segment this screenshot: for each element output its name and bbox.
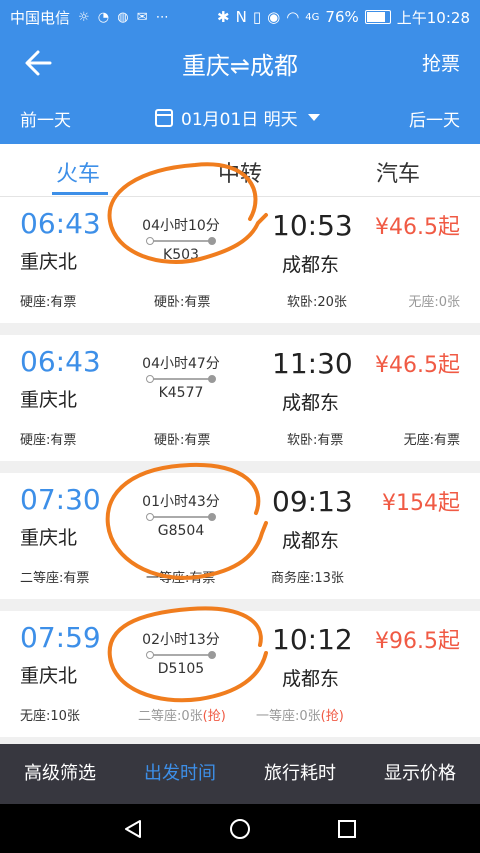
system-navbar	[0, 804, 480, 853]
price: ¥46.5起	[375, 215, 460, 240]
route-line-icon	[146, 513, 216, 521]
duration: 02小时13分	[142, 632, 220, 648]
arrive-time: 10:53	[272, 209, 353, 242]
seat-availability: 二等座:有票	[20, 571, 90, 586]
seat-availability: 无座:有票	[403, 433, 460, 448]
price: ¥154起	[382, 491, 460, 516]
from-station: 重庆北	[20, 251, 78, 273]
vibrate-icon: ▯	[252, 8, 262, 26]
status-right: ✱ N ▯ ◉ ◠ 4G 76% 上午10:28	[217, 7, 470, 28]
seat-availability: 一等座:有票	[146, 571, 216, 586]
to-station: 成都东	[282, 392, 340, 414]
nav-back-icon[interactable]	[122, 818, 144, 840]
seat-availability: 无座:0张	[408, 295, 460, 310]
prev-day-button[interactable]: 前一天	[20, 106, 71, 131]
route-line-icon	[146, 651, 216, 659]
nav-recent-icon[interactable]	[336, 818, 358, 840]
seat-label: 二等座:0张	[138, 709, 203, 724]
seat-availability: 硬卧:有票	[154, 295, 211, 310]
duration: 04小时10分	[142, 218, 220, 234]
battery-icon	[364, 10, 391, 24]
train-number: K4577	[158, 385, 204, 401]
route-line-icon	[146, 375, 216, 383]
grab-tag[interactable]: (抢)	[203, 709, 226, 724]
calendar-icon	[155, 108, 173, 127]
bluetooth-icon: ✱	[217, 8, 230, 26]
active-tab-indicator	[52, 192, 108, 195]
train-number: D5105	[157, 661, 205, 677]
train-card[interactable]: 06:43 04小时47分 K4577 11:30 ¥46.5起 重庆北 成都东…	[0, 335, 480, 461]
nav-home-icon[interactable]	[229, 818, 251, 840]
train-card[interactable]: 07:59 02小时13分 D5105 10:12 ¥96.5起 重庆北 成都东…	[0, 606, 480, 737]
date-label: 01月01日 明天	[181, 110, 298, 130]
grab-ticket-button[interactable]: 抢票	[422, 49, 460, 76]
sort-duration-button[interactable]: 旅行耗时	[240, 744, 360, 804]
status-bar: 中国电信 ☼ ◔ ◍ ✉ ⋯ ✱ N ▯ ◉ ◠ 4G 76% 上午10:28	[0, 0, 480, 34]
battery-percent: 76%	[325, 8, 359, 26]
chevron-down-icon	[307, 114, 320, 121]
to-station: 成都东	[282, 254, 340, 276]
depart-time: 07:59	[20, 621, 101, 654]
advanced-filter-button[interactable]: 高级筛选	[0, 744, 120, 804]
to-station: 成都东	[282, 530, 340, 552]
duration: 04小时47分	[142, 356, 220, 372]
seat-availability: 无座:10张	[20, 709, 80, 724]
header: 重庆⇌成都 抢票	[0, 34, 480, 94]
tab-train[interactable]: 火车	[56, 156, 100, 188]
next-day-button[interactable]: 后一天	[409, 106, 460, 131]
train-number: K503	[163, 247, 199, 263]
train-card[interactable]: 07:30 01小时43分 G8504 09:13 ¥154起 重庆北 成都东 …	[0, 462, 480, 599]
tab-bus[interactable]: 汽车	[376, 156, 420, 188]
depart-time: 06:43	[20, 207, 101, 240]
from-station: 重庆北	[20, 389, 78, 411]
arrive-time: 09:13	[272, 485, 353, 518]
train-number: G8504	[157, 523, 205, 539]
price: ¥96.5起	[375, 629, 460, 654]
transport-tabs: 火车 中转 汽车	[0, 144, 480, 197]
date-bar: 前一天 01月01日 明天 后一天	[0, 94, 480, 144]
eye-icon: ◉	[267, 8, 281, 26]
seat-availability: 硬座:有票	[20, 433, 77, 448]
seat-availability: 硬座:有票	[20, 295, 77, 310]
price: ¥46.5起	[375, 353, 460, 378]
nfc-icon: N	[235, 8, 247, 26]
network-label: 4G	[305, 11, 320, 23]
from-station: 重庆北	[20, 527, 78, 549]
carrier-label: 中国电信	[10, 8, 71, 27]
from-station: 重庆北	[20, 665, 78, 687]
grab-tag[interactable]: (抢)	[321, 709, 344, 724]
seat-label: 一等座:0张	[256, 709, 321, 724]
seat-availability: 二等座:0张(抢)	[138, 705, 226, 724]
notification-icons: ☼ ◔ ◍ ✉ ⋯	[78, 9, 171, 25]
bottom-toolbar: 高级筛选 出发时间 旅行耗时 显示价格	[0, 744, 480, 804]
arrive-time: 10:12	[272, 623, 353, 656]
seat-availability: 软卧:20张	[287, 295, 347, 310]
seat-availability: 一等座:0张(抢)	[256, 705, 344, 724]
route-title: 重庆⇌成都	[181, 52, 299, 80]
to-station: 成都东	[282, 668, 340, 690]
show-price-button[interactable]: 显示价格	[360, 744, 480, 804]
train-list: 06:43 04小时10分 K503 10:53 ¥46.5起 重庆北 成都东 …	[0, 162, 480, 749]
wifi-icon: ◠	[286, 8, 300, 26]
route-line-icon	[146, 237, 216, 245]
seat-availability: 硬卧:有票	[154, 433, 211, 448]
arrive-time: 11:30	[272, 347, 353, 380]
seat-availability: 软卧:有票	[287, 433, 344, 448]
sort-departure-button[interactable]: 出发时间	[120, 744, 240, 804]
duration: 01小时43分	[142, 494, 220, 510]
depart-time: 07:30	[20, 483, 101, 516]
clock: 上午10:28	[396, 8, 470, 27]
tab-transfer[interactable]: 中转	[218, 156, 262, 188]
depart-time: 06:43	[20, 345, 101, 378]
train-card[interactable]: 06:43 04小时10分 K503 10:53 ¥46.5起 重庆北 成都东 …	[0, 162, 480, 323]
date-selector[interactable]: 01月01日 明天	[155, 105, 320, 130]
seat-availability: 商务座:13张	[271, 571, 344, 586]
